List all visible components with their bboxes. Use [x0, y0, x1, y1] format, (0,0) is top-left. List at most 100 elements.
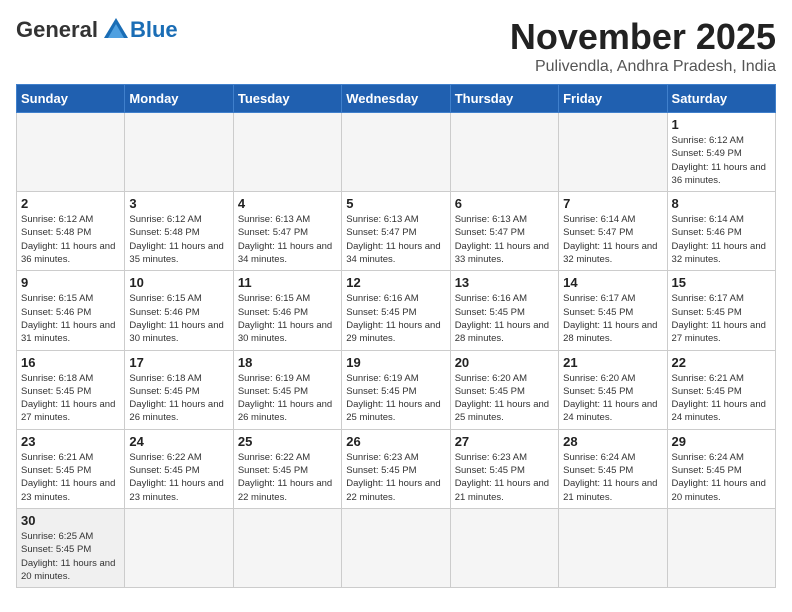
day-number: 20: [455, 355, 554, 370]
col-header-thursday: Thursday: [450, 85, 558, 113]
calendar-cell: 19 Sunrise: 6:19 AMSunset: 5:45 PMDayligh…: [342, 350, 450, 429]
col-header-saturday: Saturday: [667, 85, 775, 113]
calendar-cell: 2 Sunrise: 6:12 AMSunset: 5:48 PMDaylight…: [17, 192, 125, 271]
calendar-week-row: 23 Sunrise: 6:21 AMSunset: 5:45 PMDayligh…: [17, 429, 776, 508]
day-number: 4: [238, 196, 337, 211]
day-number: 6: [455, 196, 554, 211]
calendar-cell: 7Sunrise: 6:14 AMSunset: 5:47 PMDaylight…: [559, 192, 667, 271]
day-number: 24: [129, 434, 228, 449]
calendar-cell: 11Sunrise: 6:15 AMSunset: 5:46 PMDayligh…: [233, 271, 341, 350]
calendar-cell: 22Sunrise: 6:21 AMSunset: 5:45 PMDayligh…: [667, 350, 775, 429]
calendar-cell: [559, 113, 667, 192]
calendar-cell: [125, 508, 233, 587]
day-number: 23: [21, 434, 120, 449]
calendar-cell: 20 Sunrise: 6:20 AMSunset: 5:45 PMDayligh…: [450, 350, 558, 429]
day-info: Sunrise: 6:15 AMSunset: 5:46 PMDaylight:…: [238, 292, 337, 345]
calendar-cell: 15 Sunrise: 6:17 AMSunset: 5:45 PMDayligh…: [667, 271, 775, 350]
calendar-cell: 6 Sunrise: 6:13 AMSunset: 5:47 PMDaylight…: [450, 192, 558, 271]
day-info: Sunrise: 6:16 AMSunset: 5:45 PMDaylight:…: [346, 292, 445, 345]
day-info: Sunrise: 6:19 AMSunset: 5:45 PMDaylight:…: [346, 372, 445, 425]
calendar-week-row: 1 Sunrise: 6:12 AMSunset: 5:49 PMDaylight…: [17, 113, 776, 192]
calendar-cell: 5 Sunrise: 6:13 AMSunset: 5:47 PMDaylight…: [342, 192, 450, 271]
day-number: 29: [672, 434, 771, 449]
day-number: 7: [563, 196, 662, 211]
day-info: Sunrise: 6:22 AMSunset: 5:45 PMDaylight:…: [129, 451, 228, 504]
calendar-cell: 9Sunrise: 6:15 AMSunset: 5:46 PMDaylight…: [17, 271, 125, 350]
calendar-cell: [342, 508, 450, 587]
day-number: 16: [21, 355, 120, 370]
day-info: Sunrise: 6:16 AMSunset: 5:45 PMDaylight:…: [455, 292, 554, 345]
day-info: Sunrise: 6:22 AMSunset: 5:45 PMDaylight:…: [238, 451, 337, 504]
title-section: November 2025 Pulivendla, Andhra Pradesh…: [510, 16, 776, 76]
calendar-header-row: SundayMondayTuesdayWednesdayThursdayFrid…: [17, 85, 776, 113]
calendar-cell: 8 Sunrise: 6:14 AMSunset: 5:46 PMDaylight…: [667, 192, 775, 271]
calendar-cell: 25 Sunrise: 6:22 AMSunset: 5:45 PMDayligh…: [233, 429, 341, 508]
day-info: Sunrise: 6:13 AMSunset: 5:47 PMDaylight:…: [455, 213, 554, 266]
calendar: SundayMondayTuesdayWednesdayThursdayFrid…: [16, 84, 776, 588]
calendar-cell: 13Sunrise: 6:16 AMSunset: 5:45 PMDayligh…: [450, 271, 558, 350]
col-header-sunday: Sunday: [17, 85, 125, 113]
calendar-cell: [17, 113, 125, 192]
calendar-cell: 17Sunrise: 6:18 AMSunset: 5:45 PMDayligh…: [125, 350, 233, 429]
day-info: Sunrise: 6:23 AMSunset: 5:45 PMDaylight:…: [346, 451, 445, 504]
day-number: 1: [672, 117, 771, 132]
day-number: 28: [563, 434, 662, 449]
calendar-cell: 21 Sunrise: 6:20 AMSunset: 5:45 PMDayligh…: [559, 350, 667, 429]
day-info: Sunrise: 6:17 AMSunset: 5:45 PMDaylight:…: [672, 292, 771, 345]
day-info: Sunrise: 6:13 AMSunset: 5:47 PMDaylight:…: [346, 213, 445, 266]
day-number: 19: [346, 355, 445, 370]
day-number: 8: [672, 196, 771, 211]
day-number: 14: [563, 275, 662, 290]
logo-general-text: General: [16, 17, 98, 43]
calendar-cell: 4 Sunrise: 6:13 AMSunset: 5:47 PMDaylight…: [233, 192, 341, 271]
location-title: Pulivendla, Andhra Pradesh, India: [510, 58, 776, 76]
calendar-cell: [667, 508, 775, 587]
calendar-week-row: 9 Sunrise: 6:15 AMSunset: 5:46 PMDaylight…: [17, 271, 776, 350]
logo-blue-text: Blue: [130, 17, 178, 43]
calendar-cell: 3 Sunrise: 6:12 AMSunset: 5:48 PMDaylight…: [125, 192, 233, 271]
day-info: Sunrise: 6:12 AMSunset: 5:48 PMDaylight:…: [129, 213, 228, 266]
calendar-cell: 10Sunrise: 6:15 AMSunset: 5:46 PMDayligh…: [125, 271, 233, 350]
day-number: 27: [455, 434, 554, 449]
day-info: Sunrise: 6:21 AMSunset: 5:45 PMDaylight:…: [21, 451, 120, 504]
calendar-cell: 18Sunrise: 6:19 AMSunset: 5:45 PMDayligh…: [233, 350, 341, 429]
calendar-cell: 14Sunrise: 6:17 AMSunset: 5:45 PMDayligh…: [559, 271, 667, 350]
day-info: Sunrise: 6:18 AMSunset: 5:45 PMDaylight:…: [21, 372, 120, 425]
calendar-cell: 28 Sunrise: 6:24 AMSunset: 5:45 PMDayligh…: [559, 429, 667, 508]
day-number: 21: [563, 355, 662, 370]
col-header-monday: Monday: [125, 85, 233, 113]
calendar-week-row: 30Sunrise: 6:25 AMSunset: 5:45 PMDayligh…: [17, 508, 776, 587]
day-number: 18: [238, 355, 337, 370]
day-info: Sunrise: 6:12 AMSunset: 5:49 PMDaylight:…: [672, 134, 771, 187]
day-number: 3: [129, 196, 228, 211]
col-header-tuesday: Tuesday: [233, 85, 341, 113]
day-number: 22: [672, 355, 771, 370]
day-number: 15: [672, 275, 771, 290]
day-info: Sunrise: 6:14 AMSunset: 5:46 PMDaylight:…: [672, 213, 771, 266]
logo-icon: [102, 16, 130, 44]
day-info: Sunrise: 6:20 AMSunset: 5:45 PMDaylight:…: [563, 372, 662, 425]
calendar-cell: 23 Sunrise: 6:21 AMSunset: 5:45 PMDayligh…: [17, 429, 125, 508]
calendar-cell: [233, 508, 341, 587]
calendar-cell: 1 Sunrise: 6:12 AMSunset: 5:49 PMDaylight…: [667, 113, 775, 192]
day-info: Sunrise: 6:15 AMSunset: 5:46 PMDaylight:…: [129, 292, 228, 345]
day-info: Sunrise: 6:24 AMSunset: 5:45 PMDaylight:…: [563, 451, 662, 504]
calendar-cell: 27Sunrise: 6:23 AMSunset: 5:45 PMDayligh…: [450, 429, 558, 508]
day-info: Sunrise: 6:20 AMSunset: 5:45 PMDaylight:…: [455, 372, 554, 425]
day-number: 5: [346, 196, 445, 211]
day-info: Sunrise: 6:12 AMSunset: 5:48 PMDaylight:…: [21, 213, 120, 266]
calendar-cell: 29Sunrise: 6:24 AMSunset: 5:45 PMDayligh…: [667, 429, 775, 508]
calendar-cell: 16 Sunrise: 6:18 AMSunset: 5:45 PMDayligh…: [17, 350, 125, 429]
day-number: 2: [21, 196, 120, 211]
day-number: 25: [238, 434, 337, 449]
month-title: November 2025: [510, 16, 776, 58]
col-header-friday: Friday: [559, 85, 667, 113]
header: General Blue November 2025 Pulivendla, A…: [16, 16, 776, 76]
calendar-cell: 24 Sunrise: 6:22 AMSunset: 5:45 PMDayligh…: [125, 429, 233, 508]
calendar-cell: 26Sunrise: 6:23 AMSunset: 5:45 PMDayligh…: [342, 429, 450, 508]
day-info: Sunrise: 6:13 AMSunset: 5:47 PMDaylight:…: [238, 213, 337, 266]
day-info: Sunrise: 6:18 AMSunset: 5:45 PMDaylight:…: [129, 372, 228, 425]
calendar-cell: [233, 113, 341, 192]
day-number: 9: [21, 275, 120, 290]
calendar-week-row: 2 Sunrise: 6:12 AMSunset: 5:48 PMDaylight…: [17, 192, 776, 271]
